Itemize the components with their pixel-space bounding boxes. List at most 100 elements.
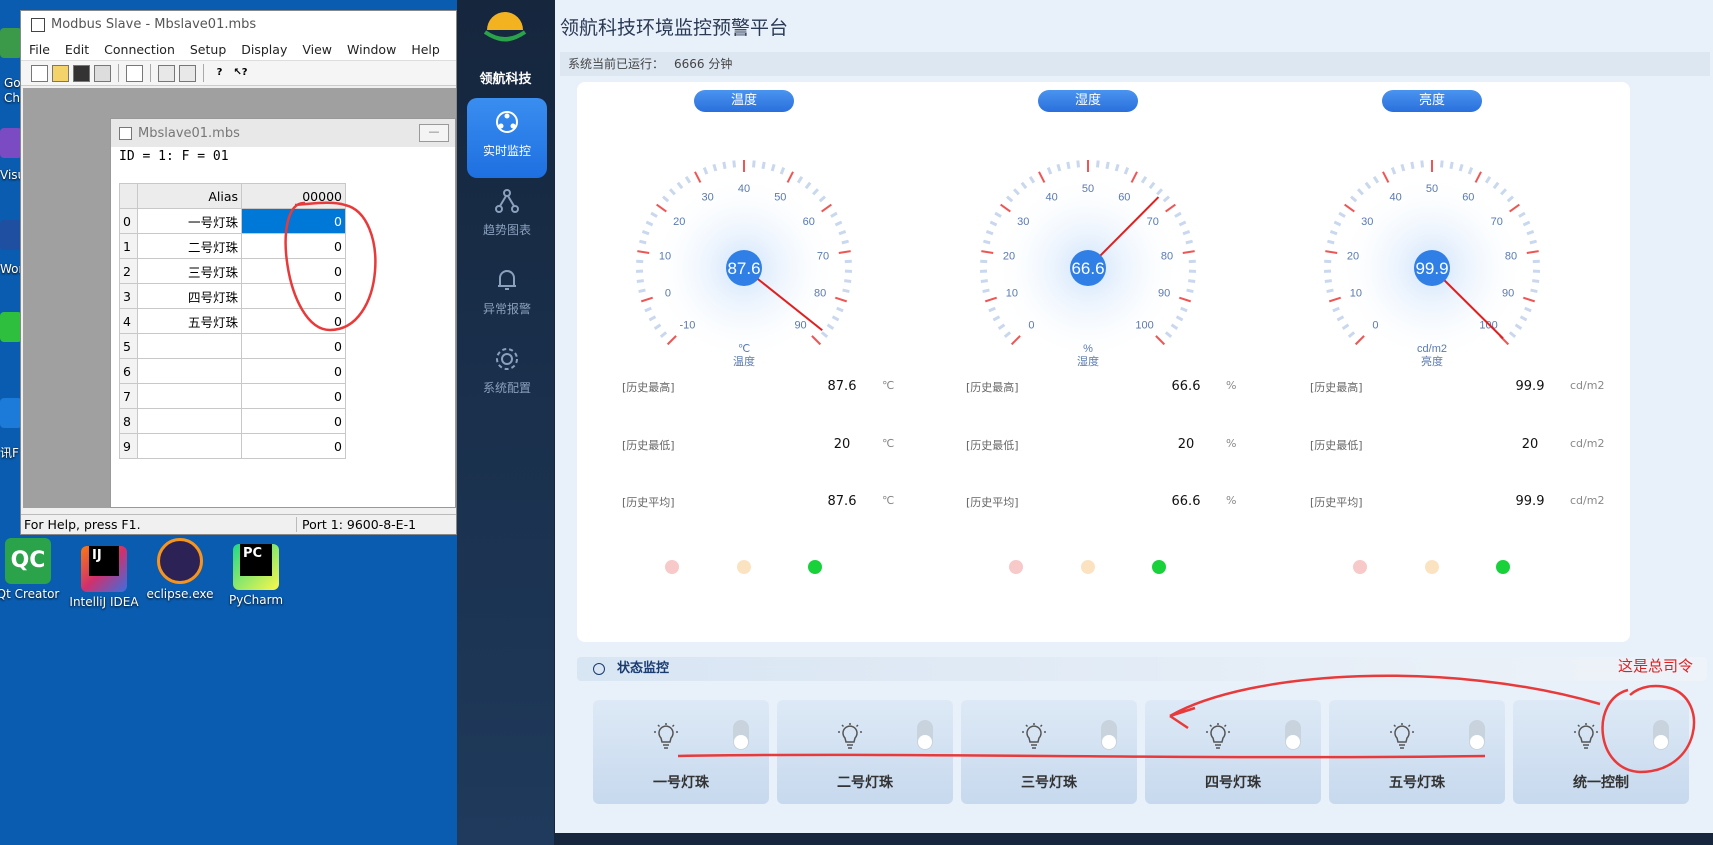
nav-item-3[interactable]: 异常报警: [467, 256, 547, 336]
gauge-tick: [1514, 323, 1523, 330]
lamp-toggle-switch[interactable]: [917, 720, 933, 750]
menu-help[interactable]: Help: [411, 42, 440, 57]
menu-connection[interactable]: Connection: [104, 42, 175, 57]
help-icon[interactable]: ?: [211, 65, 228, 82]
value-cell[interactable]: 0: [241, 208, 346, 234]
gauge-tick-label: 40: [738, 183, 750, 195]
value-cell[interactable]: 0: [241, 408, 346, 434]
alias-cell[interactable]: 一号灯珠: [137, 208, 242, 234]
lamp-toggle-switch[interactable]: [1101, 720, 1117, 750]
value-cell[interactable]: 0: [241, 358, 346, 384]
print-icon[interactable]: [94, 64, 111, 82]
value-cell[interactable]: 0: [241, 433, 346, 459]
menu-view[interactable]: View: [302, 42, 332, 57]
lamp-toggle-switch[interactable]: [733, 720, 749, 750]
brand-logo-icon: [483, 12, 527, 42]
register-row: 7 0: [119, 383, 346, 409]
history-row: [历史平均] 66.6 %: [966, 494, 1266, 514]
status-port: Port 1: 9600-8-E-1: [296, 517, 416, 532]
new-file-icon[interactable]: [31, 64, 48, 82]
gauge-tick: [1178, 296, 1192, 303]
alias-cell[interactable]: [137, 383, 242, 409]
gauge-tick: [712, 163, 718, 172]
connect-icon[interactable]: [158, 64, 175, 82]
brand-name: 领航科技: [479, 72, 532, 87]
sensor-card: 湿度 0 10 20 30 40 50 60 70 80 90 100 66.6 % 湿度 [历史最…: [921, 82, 1286, 642]
status-section-header: 状态监控: [577, 657, 1707, 681]
alias-cell[interactable]: 四号灯珠: [137, 283, 242, 309]
gauge-tick-label: 10: [1006, 288, 1018, 300]
gauge-tick: [1010, 335, 1021, 346]
history-row: [历史最低] 20 %: [966, 437, 1266, 457]
wechat-shortcut-icon[interactable]: [0, 312, 22, 342]
gauge-tick: [1333, 220, 1342, 227]
lamp-toggle-switch[interactable]: [1285, 720, 1301, 750]
minimize-button[interactable]: —: [419, 124, 449, 142]
value-cell[interactable]: 0: [241, 383, 346, 409]
gauge-tick: [1526, 230, 1535, 236]
open-folder-icon[interactable]: [52, 64, 69, 82]
disconnect-icon[interactable]: [179, 64, 196, 82]
nav-item-1[interactable]: 实时监控: [467, 98, 547, 178]
child-title-bar[interactable]: Mbslave01.mbs —: [111, 119, 455, 147]
modbus-title: Modbus Slave - Mbslave01.mbs: [51, 17, 257, 32]
nav-item-2[interactable]: 趋势图表: [467, 177, 547, 257]
value-cell[interactable]: 0: [241, 333, 346, 359]
alias-cell[interactable]: 三号灯珠: [137, 258, 242, 284]
alias-cell[interactable]: [137, 358, 242, 384]
history-value: 87.6: [827, 494, 857, 509]
gauge-tick: [1328, 296, 1342, 303]
word-shortcut-icon[interactable]: [0, 220, 22, 250]
gauge-tick: [1156, 188, 1164, 196]
value-header[interactable]: 00000: [241, 183, 346, 209]
menu-edit[interactable]: Edit: [65, 42, 89, 57]
gauge-tick: [997, 323, 1006, 330]
nav-item-4[interactable]: 系统配置: [467, 335, 547, 415]
alias-cell[interactable]: [137, 433, 242, 459]
menu-display[interactable]: Display: [241, 42, 287, 57]
alias-cell[interactable]: 五号灯珠: [137, 308, 242, 334]
value-cell[interactable]: 0: [241, 258, 346, 284]
eclipse-shortcut[interactable]: eclipse.exe: [144, 538, 216, 601]
alias-cell[interactable]: 二号灯珠: [137, 233, 242, 259]
gauge-tick-label: 50: [1426, 183, 1438, 195]
gauge-tick: [838, 230, 847, 236]
qt-creator-shortcut[interactable]: QC Qt Creator: [0, 538, 64, 601]
alias-cell[interactable]: [137, 333, 242, 359]
alias-cell[interactable]: [137, 408, 242, 434]
menu-file[interactable]: File: [29, 42, 50, 57]
register-row: 8 0: [119, 408, 346, 434]
window-icon[interactable]: [126, 64, 143, 82]
value-cell[interactable]: 0: [241, 308, 346, 334]
runtime-label: 系统当前已运行：: [568, 57, 665, 71]
menu-setup[interactable]: Setup: [190, 42, 226, 57]
gauge-tick: [1123, 167, 1130, 175]
pycharm-shortcut[interactable]: PC PyCharm: [220, 538, 292, 607]
row-number: 2: [119, 258, 138, 284]
row-number: 0: [119, 208, 138, 234]
gauge-tick-label: 50: [1082, 183, 1094, 195]
gauge-tick-label: 20: [1347, 250, 1359, 262]
gauge-tick: [1165, 203, 1176, 213]
gauge-name: 亮度: [1421, 354, 1443, 368]
register-row: 1 二号灯珠 0: [119, 233, 346, 259]
status-led-1: [1353, 560, 1367, 574]
modbus-slave-window: Modbus Slave - Mbslave01.mbs File Edit C…: [20, 10, 457, 535]
alias-header[interactable]: Alias: [137, 183, 242, 209]
gauge-tick: [988, 306, 996, 313]
tencent-shortcut-icon[interactable]: [0, 398, 22, 428]
visual-studio-shortcut-icon[interactable]: [0, 128, 22, 158]
gauge-tick: [812, 188, 820, 196]
context-help-icon[interactable]: ↖?: [232, 65, 249, 82]
toggle-knob: [1102, 735, 1116, 749]
gauge-tick: [1076, 160, 1080, 168]
modbus-title-bar[interactable]: Modbus Slave - Mbslave01.mbs: [21, 11, 456, 38]
value-cell[interactable]: 0: [241, 233, 346, 259]
lamp-toggle-switch[interactable]: [1469, 720, 1485, 750]
intellij-shortcut[interactable]: IJ IntelliJ IDEA: [68, 538, 140, 609]
chrome-shortcut-icon[interactable]: [0, 28, 22, 58]
save-icon[interactable]: [73, 64, 90, 82]
menu-window[interactable]: Window: [347, 42, 396, 57]
lamp-toggle-switch[interactable]: [1653, 720, 1669, 750]
value-cell[interactable]: 0: [241, 283, 346, 309]
